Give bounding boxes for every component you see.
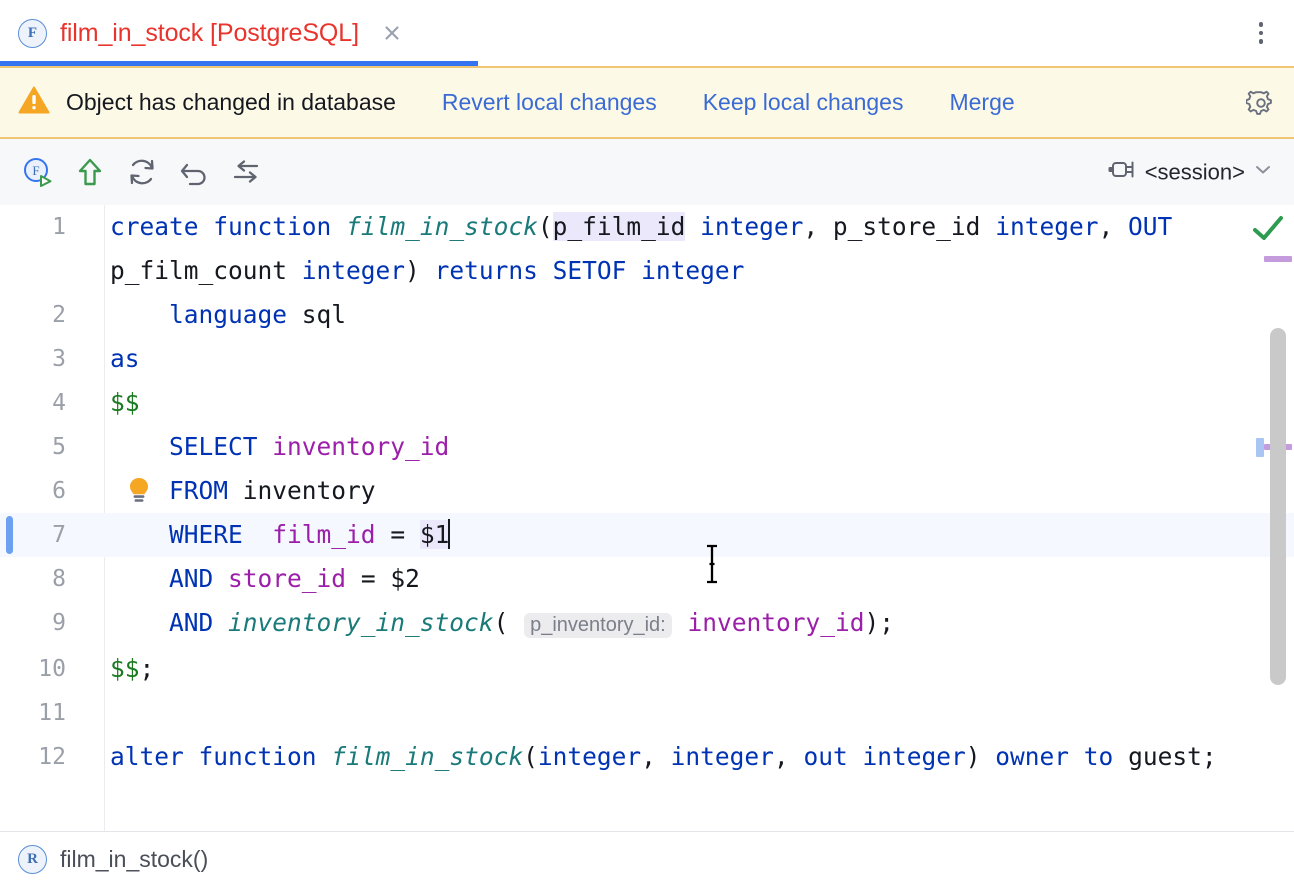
line-number: 10 (0, 647, 104, 691)
code-line[interactable]: 8 AND store_id = $2 (0, 557, 1294, 601)
warning-triangle-icon (18, 85, 50, 120)
gear-icon[interactable] (1244, 86, 1278, 120)
code-line-current[interactable]: 7 WHERE film_id = $1 (0, 513, 1294, 557)
sql-function-editor-window: F film_in_stock [PostgreSQL] Object has … (0, 0, 1294, 886)
refresh-button[interactable] (118, 148, 166, 196)
code-text[interactable] (104, 691, 1294, 735)
submit-changes-button[interactable] (66, 148, 114, 196)
line-number: 4 (0, 381, 104, 425)
close-icon[interactable] (379, 20, 405, 46)
sql-code-editor[interactable]: 1 create function film_in_stock(p_film_i… (0, 205, 1294, 831)
breadcrumb-label[interactable]: film_in_stock() (60, 846, 208, 873)
code-lines-container[interactable]: 1 create function film_in_stock(p_film_i… (0, 205, 1294, 831)
compare-with-database-button[interactable] (222, 148, 270, 196)
chevron-down-icon (1252, 162, 1274, 183)
checkmark-ok-icon[interactable] (1250, 213, 1286, 250)
code-text[interactable]: FROM inventory (104, 469, 1294, 513)
code-line[interactable]: 12 alter function film_in_stock(integer,… (0, 735, 1294, 779)
scrollbar-thumb[interactable] (1270, 328, 1286, 685)
code-line[interactable]: 6 FROM inventory (0, 469, 1294, 513)
code-line[interactable]: 10 $$; (0, 647, 1294, 691)
session-selector[interactable]: <session> (1098, 154, 1280, 191)
object-changed-notification-banner: Object has changed in database Revert lo… (0, 66, 1294, 139)
code-text[interactable]: AND store_id = $2 (104, 557, 1294, 601)
session-label: <session> (1145, 159, 1245, 185)
editor-toolbar: F (0, 139, 1294, 205)
inlay-parameter-hint: p_inventory_id: (524, 613, 672, 638)
tab-title: film_in_stock [PostgreSQL] (60, 19, 359, 48)
execute-function-button[interactable]: F (14, 148, 62, 196)
code-line[interactable]: 2 language sql (0, 293, 1294, 337)
merge-link[interactable]: Merge (949, 89, 1014, 116)
function-object-icon: F (18, 19, 47, 48)
notification-message: Object has changed in database (66, 89, 396, 116)
scroll-marker[interactable] (1264, 256, 1292, 262)
revert-button[interactable] (170, 148, 218, 196)
line-number: 12 (0, 735, 104, 779)
code-text[interactable]: WHERE film_id = $1 (104, 513, 1294, 557)
line-number: 5 (0, 425, 104, 469)
editor-tab-bar: F film_in_stock [PostgreSQL] (0, 0, 1294, 66)
line-number: 2 (0, 293, 104, 337)
line-change-marker[interactable] (6, 516, 13, 554)
code-text[interactable]: AND inventory_in_stock( p_inventory_id: … (104, 601, 1294, 647)
line-number: 9 (0, 601, 104, 645)
routine-object-icon: R (18, 845, 47, 874)
svg-text:F: F (32, 163, 39, 178)
editor-tab-film-in-stock[interactable]: F film_in_stock [PostgreSQL] (0, 0, 423, 66)
code-line[interactable]: 1 create function film_in_stock(p_film_i… (0, 205, 1294, 293)
line-number: 8 (0, 557, 104, 601)
keep-local-changes-link[interactable]: Keep local changes (703, 89, 904, 116)
code-line[interactable]: 11 (0, 691, 1294, 735)
code-line[interactable]: 4 $$ (0, 381, 1294, 425)
code-text[interactable]: $$ (104, 381, 1294, 425)
line-number: 1 (0, 205, 104, 249)
code-text[interactable]: $$; (104, 647, 1294, 691)
line-number: 11 (0, 691, 104, 735)
more-options-icon[interactable] (1246, 16, 1276, 50)
line-number: 3 (0, 337, 104, 381)
code-text[interactable]: as (104, 337, 1294, 381)
editor-right-gutter (1240, 205, 1294, 831)
code-text[interactable]: create function film_in_stock(p_film_id … (104, 205, 1294, 293)
code-text[interactable]: SELECT inventory_id (104, 425, 1294, 469)
plug-connector-icon (1104, 158, 1138, 187)
code-text[interactable]: language sql (104, 293, 1294, 337)
line-number: 6 (0, 469, 104, 513)
code-line[interactable]: 9 AND inventory_in_stock( p_inventory_id… (0, 601, 1294, 647)
editor-scrollbar[interactable] (1264, 263, 1294, 831)
revert-local-changes-link[interactable]: Revert local changes (442, 89, 657, 116)
scroll-change-marker[interactable] (1256, 438, 1264, 457)
breadcrumb: R film_in_stock() (0, 831, 1294, 886)
code-line[interactable]: 5 SELECT inventory_id (0, 425, 1294, 469)
code-line[interactable]: 3 as (0, 337, 1294, 381)
line-number: 7 (0, 513, 104, 557)
code-text[interactable]: alter function film_in_stock(integer, in… (104, 735, 1294, 779)
